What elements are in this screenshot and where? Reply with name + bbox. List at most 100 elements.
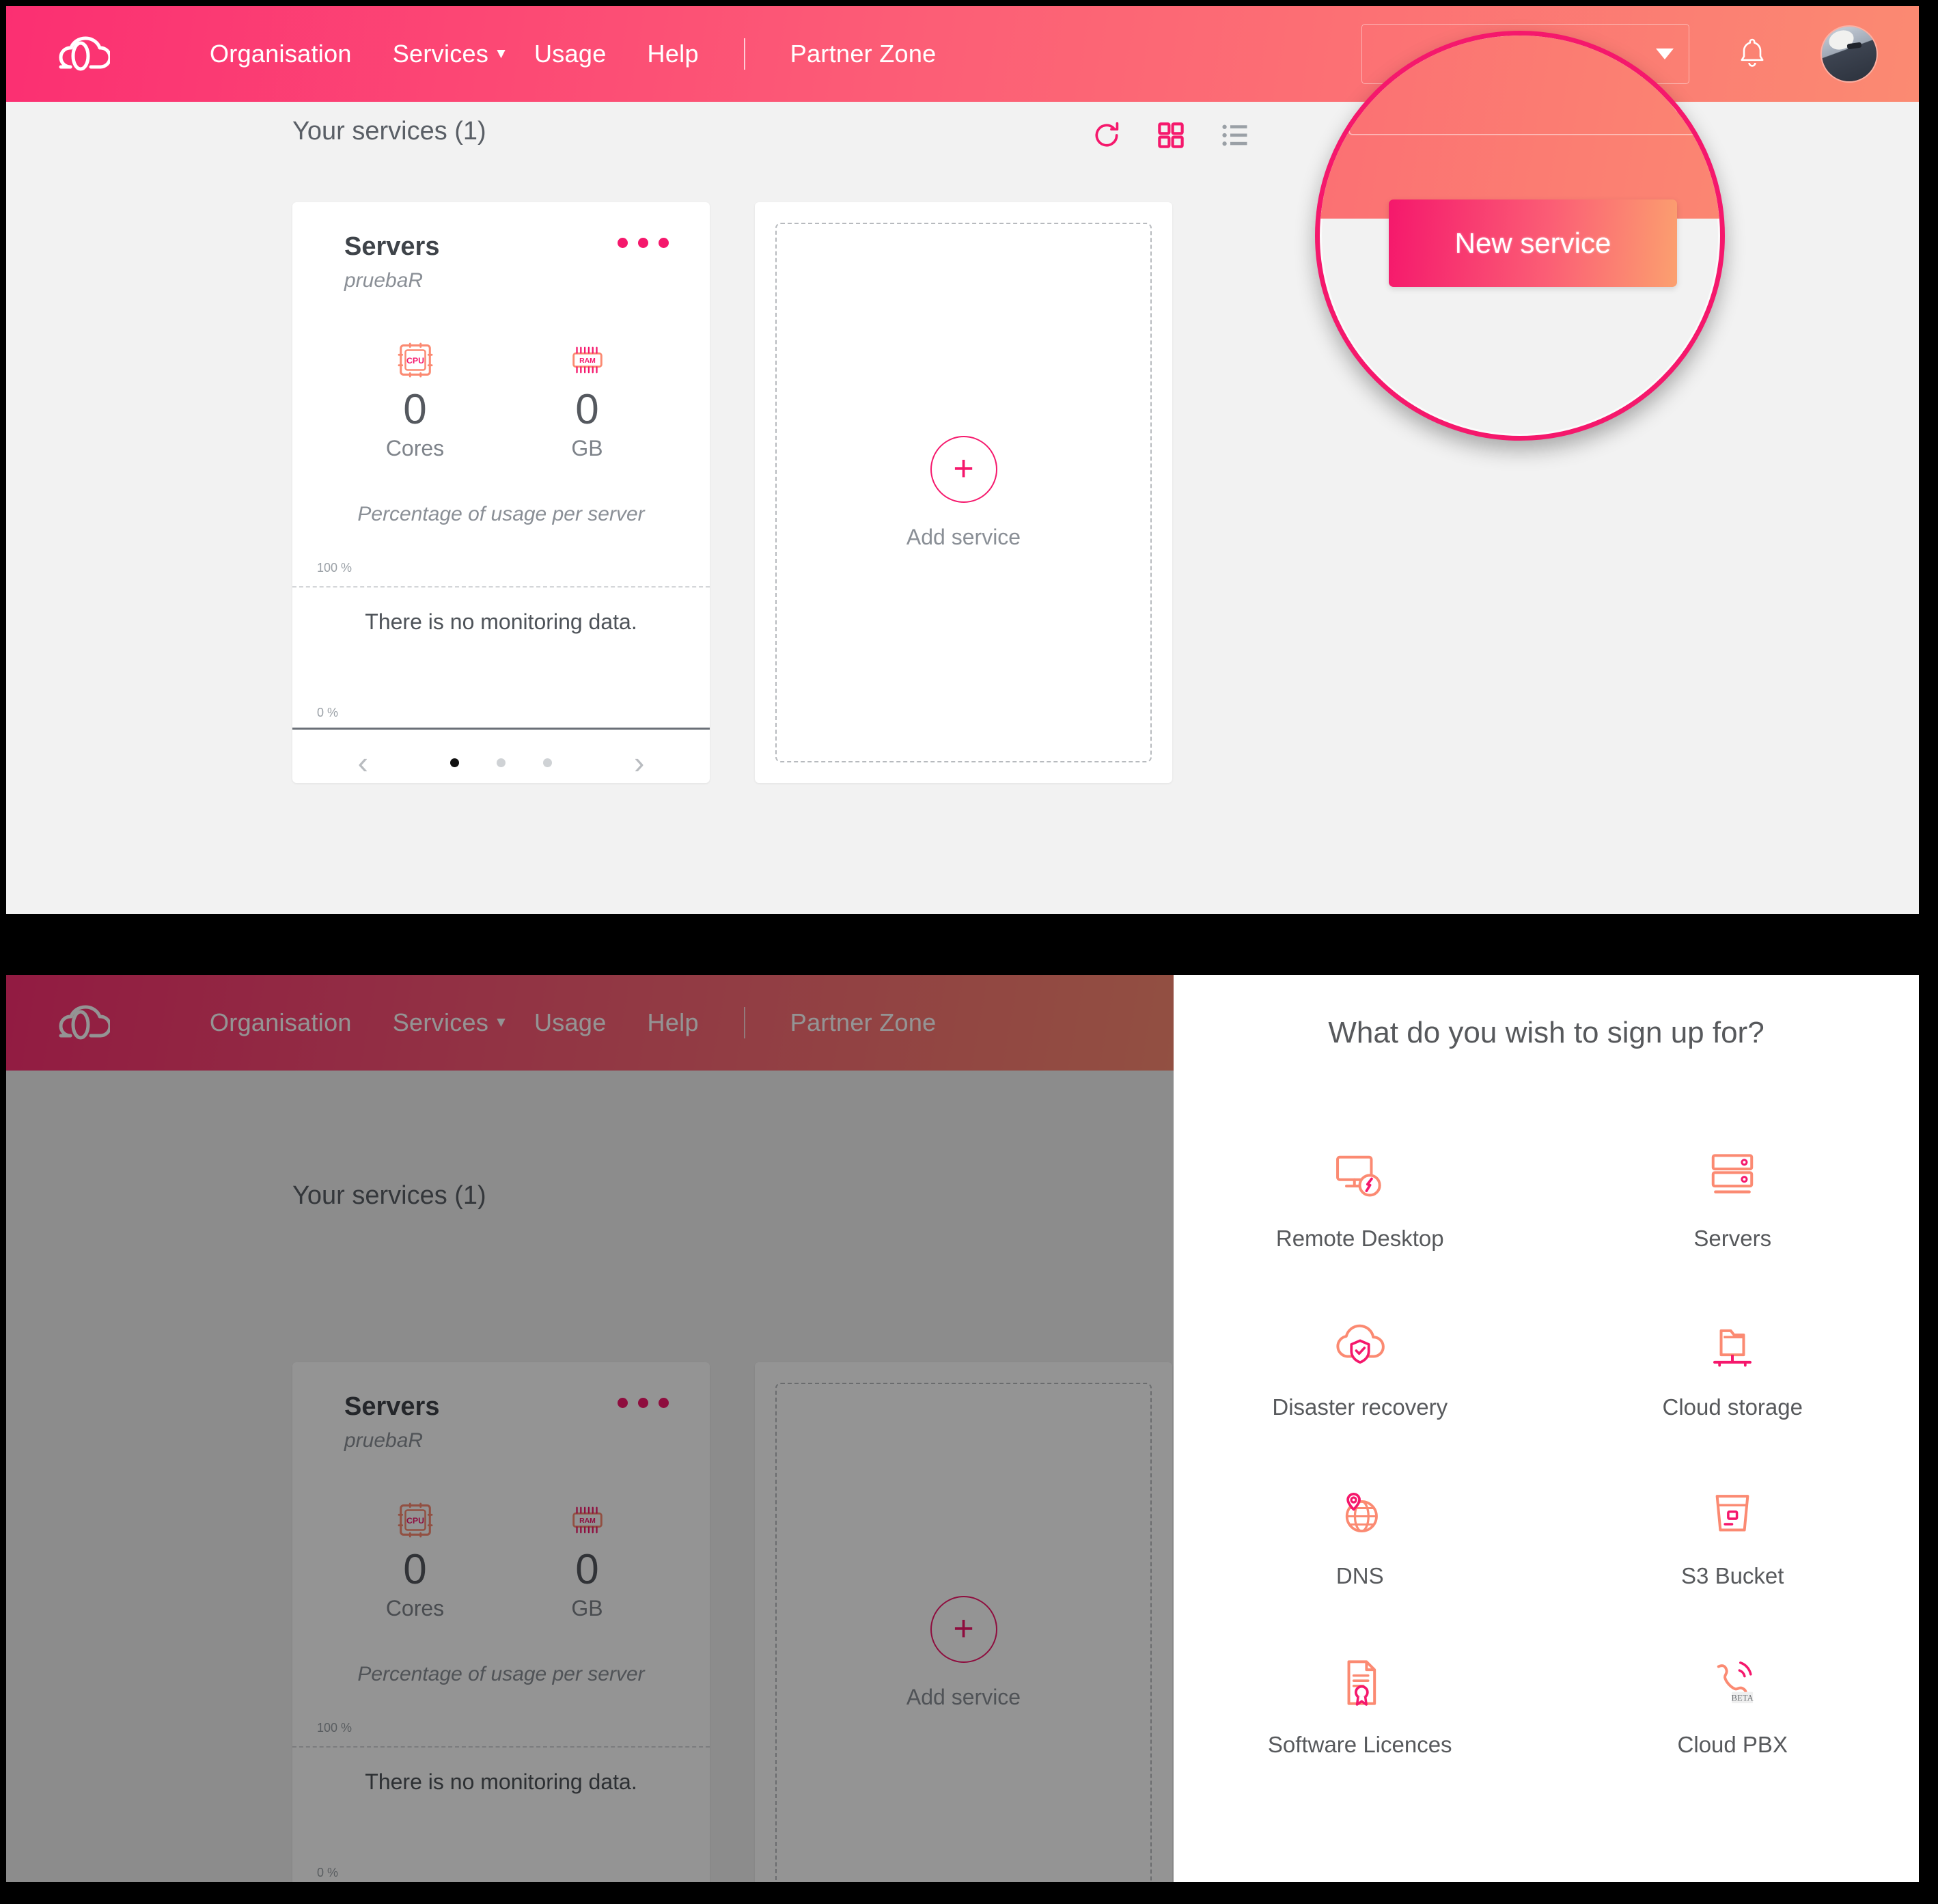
- more-options-icon[interactable]: [618, 1398, 669, 1408]
- signup-option-disaster-recovery[interactable]: Disaster recovery: [1174, 1301, 1547, 1420]
- chart-gridline-top: [292, 1746, 710, 1748]
- page-title: Your services (1): [292, 117, 486, 146]
- nav-link-partner-zone[interactable]: Partner Zone: [770, 1008, 957, 1037]
- view-controls: [1090, 118, 1252, 152]
- signup-option-label: Servers: [1693, 1226, 1772, 1251]
- services-card-grid: Servers pruebaR CPU 0 Cores RAM 0 GB Per…: [292, 1362, 1172, 1882]
- dimmed-app-background: Organisation Services ▼ Usage Help Partn…: [6, 975, 1174, 1882]
- nav-link-usage[interactable]: Usage: [514, 1008, 627, 1037]
- app-window-bottom: Organisation Services ▼ Usage Help Partn…: [6, 975, 1919, 1882]
- nav-link-usage[interactable]: Usage: [514, 40, 627, 68]
- chevron-left-icon[interactable]: ‹: [358, 744, 368, 781]
- cloud-logo-icon[interactable]: [50, 33, 111, 74]
- chevron-down-icon[interactable]: ▼: [494, 46, 508, 62]
- signup-option-label: Software Licences: [1267, 1732, 1452, 1757]
- chart-gridline-top: [292, 586, 710, 588]
- ram-icon: RAM: [543, 1499, 632, 1541]
- chart-caption: Percentage of usage per server: [357, 1663, 645, 1685]
- svg-text:BETA: BETA: [1732, 1694, 1754, 1703]
- magnified-org-select: [1348, 36, 1720, 135]
- more-options-icon[interactable]: [618, 238, 669, 248]
- nav-link-partner-zone[interactable]: Partner Zone: [770, 40, 957, 68]
- plus-icon[interactable]: +: [930, 1595, 997, 1663]
- cloud-storage-icon: [1705, 1301, 1760, 1372]
- svg-text:CPU: CPU: [406, 356, 424, 365]
- signup-option-cloud-pbx[interactable]: BETA Cloud PBX: [1547, 1638, 1920, 1758]
- signup-option-label: S3 Bucket: [1681, 1563, 1784, 1588]
- carousel-dot[interactable]: [543, 758, 552, 767]
- nav-link-help[interactable]: Help: [627, 1008, 719, 1037]
- list-view-icon[interactable]: [1218, 118, 1252, 152]
- page-title: Your services (1): [292, 1181, 486, 1210]
- card-carousel: ‹ ›: [292, 742, 710, 783]
- signup-option-cloud-storage[interactable]: Cloud storage: [1547, 1301, 1920, 1420]
- spec-ram-value: 0: [575, 386, 599, 433]
- spec-ram: RAM 0 GB: [543, 339, 632, 461]
- nav-link-help[interactable]: Help: [627, 40, 719, 68]
- new-service-button[interactable]: New service: [1389, 199, 1677, 287]
- chevron-right-icon[interactable]: ›: [634, 744, 644, 781]
- chevron-down-icon[interactable]: ▼: [494, 1015, 508, 1031]
- services-card-grid: Servers pruebaR CPU 0 Cores RAM 0 GB Per…: [292, 202, 1172, 783]
- chart-axis-bottom-label: 0 %: [317, 1866, 339, 1879]
- nav-link-organisation[interactable]: Organisation: [189, 1008, 372, 1037]
- nav-link-organisation[interactable]: Organisation: [189, 40, 372, 68]
- disaster-recovery-icon: [1333, 1301, 1387, 1372]
- carousel-dot[interactable]: [450, 758, 459, 767]
- cpu-icon: CPU: [371, 1499, 460, 1541]
- signup-option-label: Cloud PBX: [1677, 1732, 1788, 1757]
- signup-option-servers[interactable]: Servers: [1547, 1132, 1920, 1252]
- grid-view-icon[interactable]: [1154, 118, 1188, 152]
- add-service-card[interactable]: + Add service: [755, 1362, 1172, 1882]
- dns-icon: [1333, 1470, 1387, 1541]
- add-service-card[interactable]: + Add service: [755, 202, 1172, 783]
- nav-links: Organisation Services ▼ Usage Help Partn…: [189, 1007, 957, 1038]
- signup-options-grid: Remote Desktop Servers Disaster recovery…: [1174, 1132, 1919, 1758]
- signup-option-remote-desktop[interactable]: Remote Desktop: [1174, 1132, 1547, 1252]
- service-card-servers[interactable]: Servers pruebaR CPU 0 Cores RAM 0 GB Per…: [292, 1362, 710, 1882]
- nav-link-services[interactable]: Services: [372, 40, 509, 68]
- nav-divider: [743, 1007, 745, 1038]
- spec-ram-unit: GB: [571, 435, 603, 460]
- spec-cpu-value: 0: [403, 386, 427, 433]
- avatar[interactable]: [1822, 27, 1877, 81]
- add-service-label: Add service: [906, 524, 1021, 549]
- svg-text:RAM: RAM: [579, 1517, 596, 1525]
- chart-axis-top-label: 100 %: [317, 561, 352, 575]
- signup-option-dns[interactable]: DNS: [1174, 1470, 1547, 1589]
- nav-link-services[interactable]: Services: [372, 1008, 509, 1037]
- svg-text:RAM: RAM: [579, 357, 596, 365]
- cloud-pbx-icon: BETA: [1705, 1638, 1760, 1710]
- signup-option-label: Remote Desktop: [1275, 1226, 1444, 1251]
- refresh-icon[interactable]: [1090, 118, 1124, 152]
- software-licences-icon: [1333, 1638, 1387, 1710]
- nav-links: Organisation Services ▼ Usage Help Partn…: [189, 38, 957, 70]
- signup-option-label: DNS: [1335, 1563, 1384, 1588]
- signup-panel-title: What do you wish to sign up for?: [1328, 1016, 1764, 1049]
- content-area-dimmed: Your services (1) Servers pruebaR CPU 0 …: [6, 1071, 1174, 1882]
- service-card-title: Servers: [344, 1392, 440, 1421]
- spec-ram-unit: GB: [571, 1595, 603, 1620]
- remote-desktop-icon: [1333, 1132, 1387, 1204]
- signup-option-software-licences[interactable]: Software Licences: [1174, 1638, 1547, 1758]
- notifications-button[interactable]: [1724, 36, 1781, 72]
- chart-caption: Percentage of usage per server: [357, 503, 645, 525]
- service-card-title: Servers: [344, 232, 440, 261]
- carousel-dot[interactable]: [497, 758, 506, 767]
- magnifier-callout: New service: [1315, 31, 1725, 441]
- spec-cpu: CPU 0 Cores: [371, 339, 460, 461]
- spec-cpu-unit: Cores: [385, 435, 445, 460]
- cloud-logo-icon[interactable]: [50, 1002, 111, 1043]
- service-card-subtitle: pruebaR: [344, 1429, 424, 1452]
- add-service-label: Add service: [906, 1684, 1021, 1709]
- service-card-subtitle: pruebaR: [344, 269, 424, 292]
- plus-icon[interactable]: +: [930, 435, 997, 503]
- add-service-dropzone[interactable]: + Add service: [775, 1383, 1152, 1882]
- signup-option-s3-bucket[interactable]: S3 Bucket: [1547, 1470, 1920, 1589]
- service-card-servers[interactable]: Servers pruebaR CPU 0 Cores RAM 0 GB Per…: [292, 202, 710, 783]
- chart-baseline: [292, 728, 710, 730]
- spec-ram: RAM 0 GB: [543, 1499, 632, 1621]
- carousel-dots[interactable]: [450, 758, 552, 767]
- add-service-dropzone[interactable]: + Add service: [775, 223, 1152, 762]
- nav-divider: [743, 38, 745, 70]
